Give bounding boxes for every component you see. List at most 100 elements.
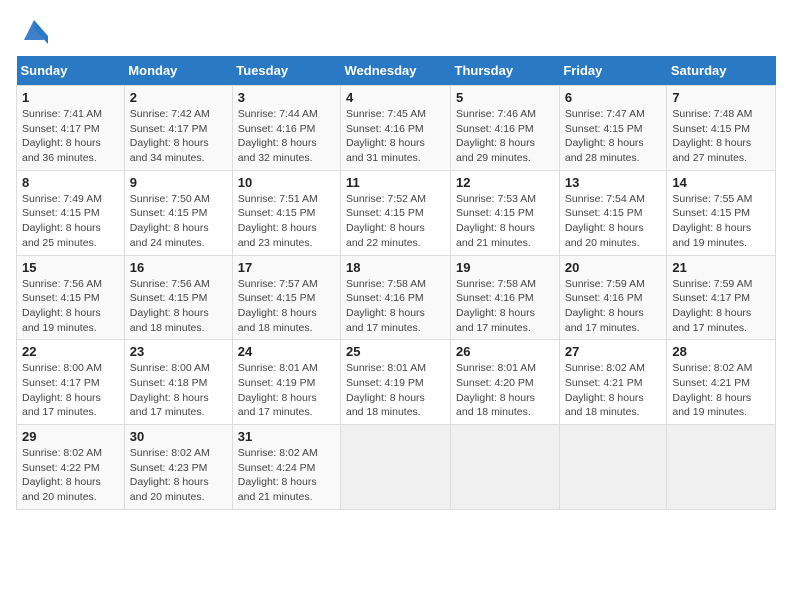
calendar-cell: 18 Sunrise: 7:58 AMSunset: 4:16 PMDayligh… [341, 255, 451, 340]
calendar-cell: 19 Sunrise: 7:58 AMSunset: 4:16 PMDayligh… [451, 255, 560, 340]
day-number: 26 [456, 344, 554, 359]
calendar-cell [667, 425, 776, 510]
calendar-cell: 21 Sunrise: 7:59 AMSunset: 4:17 PMDayligh… [667, 255, 776, 340]
day-info: Sunrise: 7:47 AMSunset: 4:15 PMDaylight:… [565, 107, 662, 166]
day-number: 12 [456, 175, 554, 190]
day-number: 6 [565, 90, 662, 105]
calendar-cell [341, 425, 451, 510]
day-number: 3 [238, 90, 335, 105]
calendar-cell: 5 Sunrise: 7:46 AMSunset: 4:16 PMDaylight… [451, 86, 560, 171]
calendar-cell: 26 Sunrise: 8:01 AMSunset: 4:20 PMDayligh… [451, 340, 560, 425]
day-number: 13 [565, 175, 662, 190]
col-header-wednesday: Wednesday [341, 56, 451, 86]
col-header-tuesday: Tuesday [232, 56, 340, 86]
day-number: 4 [346, 90, 445, 105]
day-info: Sunrise: 8:01 AMSunset: 4:20 PMDaylight:… [456, 361, 554, 420]
day-info: Sunrise: 7:51 AMSunset: 4:15 PMDaylight:… [238, 192, 335, 251]
day-number: 22 [22, 344, 119, 359]
calendar-cell: 12 Sunrise: 7:53 AMSunset: 4:15 PMDayligh… [451, 170, 560, 255]
calendar-cell: 13 Sunrise: 7:54 AMSunset: 4:15 PMDayligh… [559, 170, 667, 255]
calendar-week-5: 29Sunrise: 8:02 AMSunset: 4:22 PMDayligh… [17, 425, 776, 510]
day-number: 20 [565, 260, 662, 275]
calendar-table: SundayMondayTuesdayWednesdayThursdayFrid… [16, 56, 776, 510]
calendar-cell: 15 Sunrise: 7:56 AMSunset: 4:15 PMDayligh… [17, 255, 125, 340]
day-info: Sunrise: 8:02 AMSunset: 4:23 PMDaylight:… [130, 446, 227, 505]
calendar-cell [451, 425, 560, 510]
calendar-cell: 28 Sunrise: 8:02 AMSunset: 4:21 PMDayligh… [667, 340, 776, 425]
calendar-cell: 7 Sunrise: 7:48 AMSunset: 4:15 PMDaylight… [667, 86, 776, 171]
day-number: 30 [130, 429, 227, 444]
day-number: 7 [672, 90, 770, 105]
day-info: Sunrise: 7:50 AMSunset: 4:15 PMDaylight:… [130, 192, 227, 251]
calendar-week-3: 15 Sunrise: 7:56 AMSunset: 4:15 PMDayligh… [17, 255, 776, 340]
calendar-cell: 27Sunrise: 8:02 AMSunset: 4:21 PMDayligh… [559, 340, 667, 425]
col-header-friday: Friday [559, 56, 667, 86]
calendar-cell: 30 Sunrise: 8:02 AMSunset: 4:23 PMDayligh… [124, 425, 232, 510]
day-number: 21 [672, 260, 770, 275]
day-number: 5 [456, 90, 554, 105]
col-header-thursday: Thursday [451, 56, 560, 86]
day-number: 31 [238, 429, 335, 444]
calendar-cell: 11 Sunrise: 7:52 AMSunset: 4:15 PMDayligh… [341, 170, 451, 255]
calendar-cell: 22Sunrise: 8:00 AMSunset: 4:17 PMDayligh… [17, 340, 125, 425]
calendar-cell: 1Sunrise: 7:41 AMSunset: 4:17 PMDaylight… [17, 86, 125, 171]
calendar-cell: 9 Sunrise: 7:50 AMSunset: 4:15 PMDaylight… [124, 170, 232, 255]
day-info: Sunrise: 7:52 AMSunset: 4:15 PMDaylight:… [346, 192, 445, 251]
day-info: Sunrise: 7:56 AMSunset: 4:15 PMDaylight:… [130, 277, 227, 336]
day-info: Sunrise: 8:01 AMSunset: 4:19 PMDaylight:… [238, 361, 335, 420]
day-number: 28 [672, 344, 770, 359]
calendar-week-4: 22Sunrise: 8:00 AMSunset: 4:17 PMDayligh… [17, 340, 776, 425]
calendar-cell: 23 Sunrise: 8:00 AMSunset: 4:18 PMDayligh… [124, 340, 232, 425]
day-number: 25 [346, 344, 445, 359]
day-number: 8 [22, 175, 119, 190]
calendar-cell: 17Sunrise: 7:57 AMSunset: 4:15 PMDayligh… [232, 255, 340, 340]
day-number: 11 [346, 175, 445, 190]
calendar-cell: 25 Sunrise: 8:01 AMSunset: 4:19 PMDayligh… [341, 340, 451, 425]
day-info: Sunrise: 8:02 AMSunset: 4:24 PMDaylight:… [238, 446, 335, 505]
day-number: 15 [22, 260, 119, 275]
day-info: Sunrise: 8:00 AMSunset: 4:18 PMDaylight:… [130, 361, 227, 420]
day-info: Sunrise: 7:58 AMSunset: 4:16 PMDaylight:… [456, 277, 554, 336]
day-number: 9 [130, 175, 227, 190]
calendar-cell: 3 Sunrise: 7:44 AMSunset: 4:16 PMDaylight… [232, 86, 340, 171]
day-info: Sunrise: 7:53 AMSunset: 4:15 PMDaylight:… [456, 192, 554, 251]
col-header-sunday: Sunday [17, 56, 125, 86]
day-info: Sunrise: 7:46 AMSunset: 4:16 PMDaylight:… [456, 107, 554, 166]
day-info: Sunrise: 7:58 AMSunset: 4:16 PMDaylight:… [346, 277, 445, 336]
calendar-header-row: SundayMondayTuesdayWednesdayThursdayFrid… [17, 56, 776, 86]
calendar-cell: 2Sunrise: 7:42 AMSunset: 4:17 PMDaylight… [124, 86, 232, 171]
day-number: 27 [565, 344, 662, 359]
calendar-cell: 29Sunrise: 8:02 AMSunset: 4:22 PMDayligh… [17, 425, 125, 510]
day-number: 16 [130, 260, 227, 275]
day-info: Sunrise: 7:49 AMSunset: 4:15 PMDaylight:… [22, 192, 119, 251]
day-number: 24 [238, 344, 335, 359]
calendar-cell: 14 Sunrise: 7:55 AMSunset: 4:15 PMDayligh… [667, 170, 776, 255]
day-number: 14 [672, 175, 770, 190]
day-number: 19 [456, 260, 554, 275]
day-info: Sunrise: 7:44 AMSunset: 4:16 PMDaylight:… [238, 107, 335, 166]
calendar-cell: 20 Sunrise: 7:59 AMSunset: 4:16 PMDayligh… [559, 255, 667, 340]
calendar-cell: 16 Sunrise: 7:56 AMSunset: 4:15 PMDayligh… [124, 255, 232, 340]
day-number: 17 [238, 260, 335, 275]
day-info: Sunrise: 8:02 AMSunset: 4:21 PMDaylight:… [672, 361, 770, 420]
day-number: 10 [238, 175, 335, 190]
calendar-week-2: 8 Sunrise: 7:49 AMSunset: 4:15 PMDaylight… [17, 170, 776, 255]
calendar-cell: 6 Sunrise: 7:47 AMSunset: 4:15 PMDaylight… [559, 86, 667, 171]
calendar-cell: 31 Sunrise: 8:02 AMSunset: 4:24 PMDayligh… [232, 425, 340, 510]
day-number: 18 [346, 260, 445, 275]
calendar-cell: 8 Sunrise: 7:49 AMSunset: 4:15 PMDaylight… [17, 170, 125, 255]
day-number: 2 [130, 90, 227, 105]
day-number: 23 [130, 344, 227, 359]
day-info: Sunrise: 7:55 AMSunset: 4:15 PMDaylight:… [672, 192, 770, 251]
day-info: Sunrise: 7:59 AMSunset: 4:17 PMDaylight:… [672, 277, 770, 336]
day-info: Sunrise: 7:45 AMSunset: 4:16 PMDaylight:… [346, 107, 445, 166]
day-info: Sunrise: 7:59 AMSunset: 4:16 PMDaylight:… [565, 277, 662, 336]
day-number: 1 [22, 90, 119, 105]
calendar-cell [559, 425, 667, 510]
day-info: Sunrise: 7:56 AMSunset: 4:15 PMDaylight:… [22, 277, 119, 336]
day-info: Sunrise: 8:02 AMSunset: 4:22 PMDaylight:… [22, 446, 119, 505]
day-info: Sunrise: 7:48 AMSunset: 4:15 PMDaylight:… [672, 107, 770, 166]
day-info: Sunrise: 8:01 AMSunset: 4:19 PMDaylight:… [346, 361, 445, 420]
day-info: Sunrise: 7:54 AMSunset: 4:15 PMDaylight:… [565, 192, 662, 251]
col-header-monday: Monday [124, 56, 232, 86]
